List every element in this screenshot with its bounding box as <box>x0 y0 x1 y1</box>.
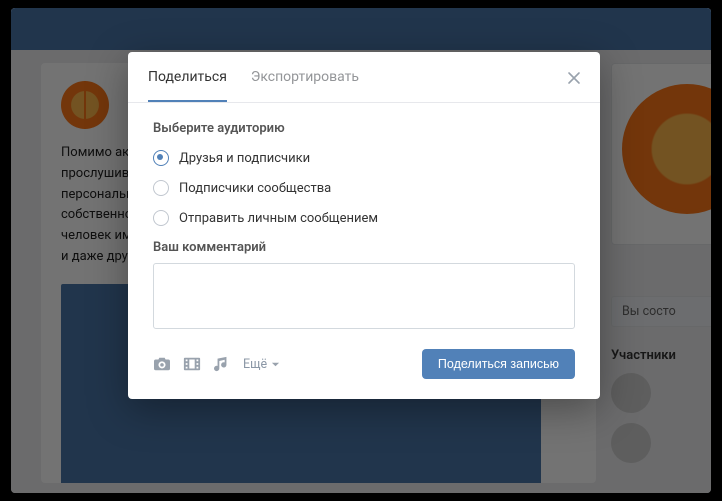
tab-share[interactable]: Поделиться <box>148 52 227 102</box>
close-icon <box>567 71 581 85</box>
camera-icon <box>153 356 171 372</box>
audience-title: Выберите аудиторию <box>153 121 575 136</box>
chevron-down-icon <box>271 360 280 369</box>
attach-more-button[interactable]: Ещё <box>243 357 280 372</box>
attach-audio-button[interactable] <box>213 356 231 372</box>
more-label: Ещё <box>243 357 267 372</box>
comment-input[interactable] <box>153 263 575 329</box>
attach-photo-button[interactable] <box>153 356 171 372</box>
share-modal: Поделиться Экспортировать Выберите аудит… <box>128 52 600 399</box>
radio-icon <box>153 210 169 226</box>
option-label: Друзья и подписчики <box>179 151 310 166</box>
video-icon <box>183 356 201 372</box>
radio-icon <box>153 180 169 196</box>
option-community[interactable]: Подписчики сообщества <box>153 180 575 196</box>
comment-label: Ваш комментарий <box>153 240 575 255</box>
option-private[interactable]: Отправить личным сообщением <box>153 210 575 226</box>
tab-export[interactable]: Экспортировать <box>251 52 359 102</box>
option-label: Подписчики сообщества <box>179 181 331 196</box>
modal-header: Поделиться Экспортировать <box>128 52 600 103</box>
share-submit-button[interactable]: Поделиться записью <box>422 349 575 379</box>
modal-body: Выберите аудиторию Друзья и подписчики П… <box>128 103 600 333</box>
attachments-bar: Ещё <box>153 356 280 372</box>
modal-footer: Ещё Поделиться записью <box>128 333 600 399</box>
attach-video-button[interactable] <box>183 356 201 372</box>
close-button[interactable] <box>562 66 586 90</box>
music-icon <box>213 356 231 372</box>
option-friends[interactable]: Друзья и подписчики <box>153 150 575 166</box>
radio-icon <box>153 150 169 166</box>
option-label: Отправить личным сообщением <box>179 211 378 226</box>
